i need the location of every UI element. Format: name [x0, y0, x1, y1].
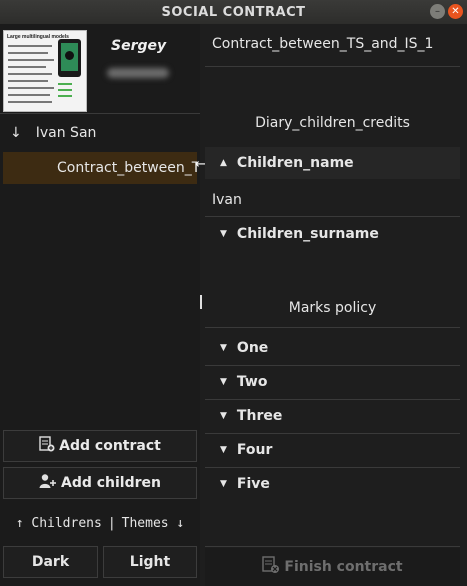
diary-title: Diary_children_credits [255, 115, 410, 131]
divider [205, 327, 460, 328]
chevron-down-icon: ▼ [220, 411, 227, 421]
tree-item-parent-label: Ivan San [35, 125, 97, 141]
marks-policy-title: Marks policy [288, 300, 377, 316]
sidebar: Large multilingual models Sergey ↓ Ivan … [0, 24, 200, 586]
section-children-name-label: Children_name [236, 155, 354, 171]
finish-contract-button[interactable]: Finish contract [205, 548, 460, 586]
minimize-icon[interactable]: – [430, 4, 445, 19]
mark-two-label: Two [236, 374, 268, 390]
mark-two[interactable]: ▼ Two [205, 366, 460, 398]
dark-theme-button[interactable]: Dark [3, 546, 98, 578]
profile-username: Sergey [111, 38, 167, 54]
window-titlebar: SOCIAL CONTRACT – ✕ [0, 0, 467, 24]
divider [205, 216, 460, 217]
finish-contract-label: Finish contract [284, 559, 403, 575]
chevron-down-icon: ▼ [220, 229, 227, 239]
close-icon[interactable]: ✕ [448, 4, 463, 19]
add-children-label: Add children [60, 475, 161, 491]
mark-three[interactable]: ▼ Three [205, 400, 460, 432]
profile-thumbnail: Large multilingual models [3, 30, 87, 112]
profile-card: Large multilingual models Sergey [3, 28, 197, 132]
toggle-childrens[interactable]: ↑ Childrens [16, 516, 102, 531]
divider [205, 66, 460, 67]
add-contract-icon [39, 436, 55, 456]
chevron-down-icon: ▼ [220, 445, 227, 455]
section-children-name[interactable]: ▲ Children_name [205, 147, 460, 179]
divider [0, 113, 200, 114]
toggle-themes[interactable]: Themes ↓ [122, 516, 185, 531]
main-panel: Contract_between_TS_and_IS_1 Diary_child… [205, 24, 467, 586]
contract-title: Contract_between_TS_and_IS_1 [212, 36, 434, 52]
splitter-handle[interactable] [200, 295, 202, 309]
tree-item-parent[interactable]: ↓ Ivan San [0, 120, 200, 146]
finish-contract-icon [262, 556, 280, 578]
light-theme-button[interactable]: Light [103, 546, 197, 578]
mark-four[interactable]: ▼ Four [205, 434, 460, 466]
chevron-up-icon: ▲ [220, 158, 227, 168]
childrens-themes-toggle[interactable]: ↑ Childrens | Themes ↓ [3, 507, 197, 539]
section-children-surname[interactable]: ▼ Children_surname [205, 218, 460, 250]
window-title: SOCIAL CONTRACT [161, 4, 306, 20]
section-children-surname-label: Children_surname [236, 226, 379, 242]
mark-five[interactable]: ▼ Five [205, 468, 460, 500]
divider [205, 546, 460, 547]
mark-one-label: One [236, 340, 269, 356]
chevron-down-icon: ▼ [220, 343, 227, 353]
chevron-down-icon: ▼ [220, 479, 227, 489]
tree-item-contract-label: Contract_between_TS_and_IS_1 [57, 160, 197, 176]
profile-subtitle-blurred [107, 68, 169, 78]
mark-one[interactable]: ▼ One [205, 332, 460, 364]
mark-four-label: Four [236, 442, 273, 458]
children-name-value: Ivan [212, 192, 242, 208]
tree-item-contract[interactable]: Contract_between_TS_and_IS_1 [3, 152, 197, 184]
mark-five-label: Five [236, 476, 270, 492]
dark-theme-label: Dark [31, 554, 70, 570]
chevron-down-icon: ▼ [220, 377, 227, 387]
add-contract-button[interactable]: Add contract [3, 430, 197, 462]
light-theme-label: Light [129, 554, 171, 570]
phone-illustration [58, 39, 81, 77]
add-person-icon [39, 473, 57, 493]
toggle-divider: | [107, 515, 116, 531]
arrow-down-icon: ↓ [10, 125, 22, 141]
add-children-button[interactable]: Add children [3, 467, 197, 499]
add-contract-label: Add contract [59, 438, 161, 454]
mark-three-label: Three [236, 408, 283, 424]
